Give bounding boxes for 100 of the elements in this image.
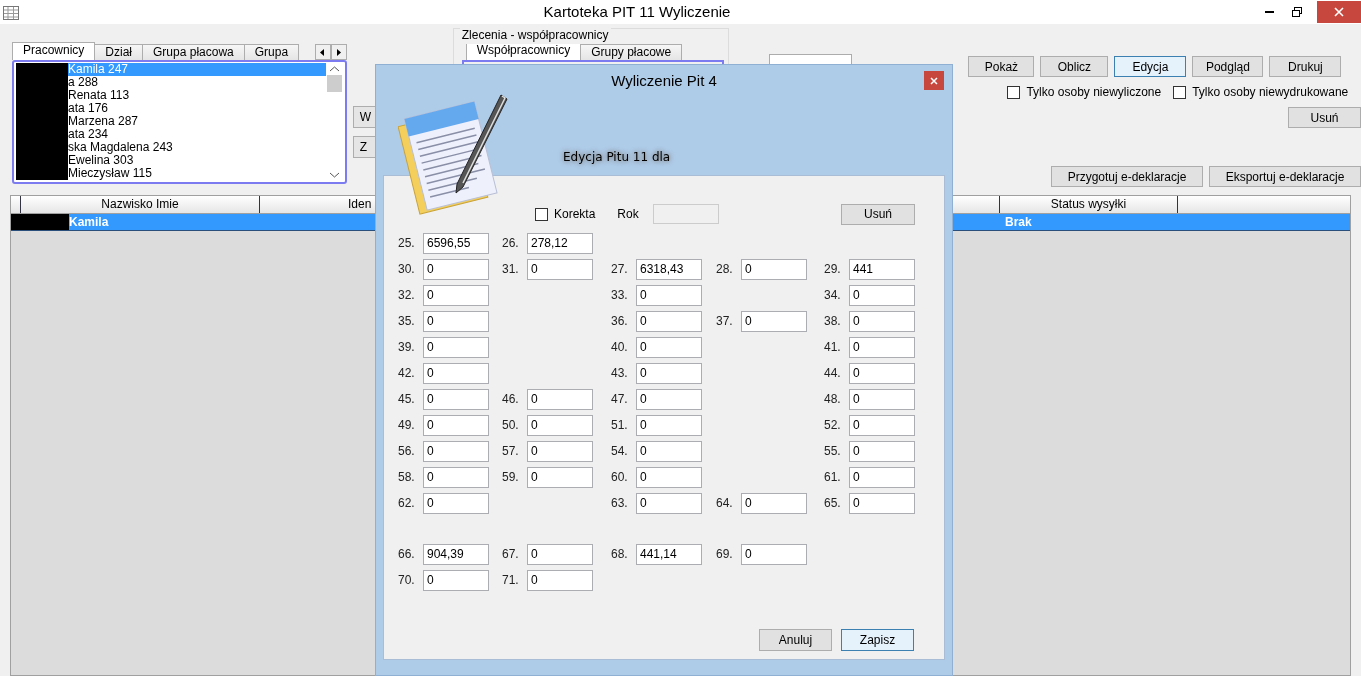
input-field[interactable]: 0	[636, 284, 702, 306]
delete-button[interactable]: Usuń	[1288, 107, 1361, 128]
field-label: 34.	[824, 287, 842, 304]
input-field[interactable]: 0	[423, 310, 489, 332]
checkbox[interactable]	[535, 207, 548, 221]
scroll-up-icon[interactable]	[329, 66, 339, 72]
input-field[interactable]: 0	[423, 440, 489, 462]
column-header[interactable]: Nazwisko Imie	[21, 196, 260, 213]
field-label: 49.	[398, 417, 416, 434]
input-field[interactable]: 0	[741, 310, 807, 332]
list-item[interactable]: a 288	[16, 76, 326, 89]
input-field[interactable]: 6318,43	[636, 258, 702, 280]
input-field[interactable]: 0	[849, 336, 915, 358]
input-field[interactable]: 0	[423, 414, 489, 436]
input-field[interactable]: 278,12	[527, 232, 593, 254]
field-label: 43.	[611, 365, 629, 382]
field-label: 61.	[824, 469, 842, 486]
list-item[interactable]: Mieczysław 115	[16, 167, 326, 180]
input-field[interactable]: 0	[527, 388, 593, 410]
input-field[interactable]: 0	[636, 414, 702, 436]
input-field[interactable]: 6596,55	[423, 232, 489, 254]
field-label: 44.	[824, 365, 842, 382]
field-label: 57.	[502, 443, 520, 460]
input-field[interactable]: 0	[849, 466, 915, 488]
input-field[interactable]: 0	[849, 414, 915, 436]
field-label: 70.	[398, 572, 416, 589]
list-item[interactable]: ska Magdalena 243	[16, 141, 326, 154]
field-label: 40.	[611, 339, 629, 356]
input-field[interactable]: 0	[849, 310, 915, 332]
input-field[interactable]: 0	[423, 569, 489, 591]
input-field[interactable]: 0	[849, 388, 915, 410]
input-field[interactable]: 904,39	[423, 543, 489, 565]
field-label: 52.	[824, 417, 842, 434]
close-button[interactable]	[924, 71, 944, 90]
employee-list[interactable]: Kamila 247 a 288 Renata 113 ata 176 Marzena 287 ata 234 ska Magdalena 243 Ewelina 303 Mieczysław 115	[12, 60, 347, 184]
button[interactable]: Edycja	[1114, 56, 1187, 77]
list-item[interactable]: Ewelina 303	[16, 154, 326, 167]
button[interactable]: Anuluj	[759, 629, 832, 651]
input-field[interactable]: 441,14	[636, 543, 702, 565]
input-field[interactable]: 0	[636, 492, 702, 514]
input-field[interactable]: 0	[636, 336, 702, 358]
column-header[interactable]: Status wysyłki	[1000, 196, 1178, 213]
input-field[interactable]: 0	[527, 258, 593, 280]
field-label: 26.	[502, 235, 520, 252]
field-label: 51.	[611, 417, 629, 434]
input-field[interactable]: 0	[527, 440, 593, 462]
input-field[interactable]: 0	[423, 362, 489, 384]
input-field[interactable]: 0	[527, 466, 593, 488]
button[interactable]: Zapisz	[841, 629, 914, 651]
input-field[interactable]: 0	[849, 492, 915, 514]
field-label: 71.	[502, 572, 520, 589]
scroll-down-icon[interactable]	[329, 172, 339, 178]
input-field[interactable]: 0	[741, 258, 807, 280]
input-field[interactable]: 0	[636, 388, 702, 410]
input-field[interactable]: 0	[741, 543, 807, 565]
list-item[interactable]: ata 234	[16, 128, 326, 141]
tab[interactable]: Grupy płacowe	[580, 44, 683, 60]
scrollbar-thumb[interactable]	[326, 75, 342, 92]
input-field[interactable]: 0	[423, 492, 489, 514]
input-field[interactable]: 0	[423, 258, 489, 280]
input-field[interactable]: 441	[849, 258, 915, 280]
tab[interactable]: Pracownicy	[12, 42, 96, 60]
tab[interactable]: Grupa płacowa	[142, 44, 245, 60]
button[interactable]: Eksportuj e-deklaracje	[1209, 166, 1361, 187]
input-field[interactable]: 0	[527, 414, 593, 436]
button[interactable]: Podgląd	[1192, 56, 1264, 77]
input-field[interactable]: 0	[527, 543, 593, 565]
input-field[interactable]: 0	[423, 336, 489, 358]
input-field[interactable]: 0	[849, 440, 915, 462]
delete-button[interactable]: Usuń	[841, 203, 915, 225]
input-field[interactable]: 0	[741, 492, 807, 514]
checkbox[interactable]	[1007, 85, 1021, 99]
input-field[interactable]: 0	[636, 466, 702, 488]
input-field[interactable]: 0	[636, 310, 702, 332]
field-label: 69.	[716, 546, 734, 563]
tab[interactable]: Grupa	[243, 44, 300, 60]
scroll-left-icon[interactable]	[314, 44, 331, 60]
close-icon	[1334, 7, 1344, 17]
input-field[interactable]: 0	[636, 440, 702, 462]
button[interactable]: Drukuj	[1269, 56, 1342, 77]
field-label: 50.	[502, 417, 520, 434]
checkbox[interactable]	[1173, 85, 1187, 99]
input-field[interactable]: 0	[527, 569, 593, 591]
input-field[interactable]: 0	[636, 362, 702, 384]
button[interactable]: Przygotuj e-deklaracje	[1051, 166, 1203, 187]
list-item[interactable]: Marzena 287	[16, 115, 326, 128]
input-field[interactable]: 0	[423, 388, 489, 410]
checkbox-label: Tylko osoby niewydrukowane	[1192, 84, 1349, 101]
checkbox-label: Tylko osoby niewyliczone	[1026, 84, 1162, 101]
input-field[interactable]: 0	[423, 466, 489, 488]
tab[interactable]: Dział	[94, 44, 144, 60]
list-item[interactable]: ata 176	[16, 102, 326, 115]
close-button[interactable]	[1317, 1, 1361, 23]
group-title: Zlecenia - współpracownicy	[459, 26, 611, 44]
input-field[interactable]: 0	[849, 284, 915, 306]
input-field[interactable]: 0	[423, 284, 489, 306]
button[interactable]: Pokaż	[968, 56, 1035, 77]
input-field[interactable]: 0	[849, 362, 915, 384]
list-item[interactable]: Renata 113	[16, 89, 326, 102]
button[interactable]: Oblicz	[1040, 56, 1109, 77]
